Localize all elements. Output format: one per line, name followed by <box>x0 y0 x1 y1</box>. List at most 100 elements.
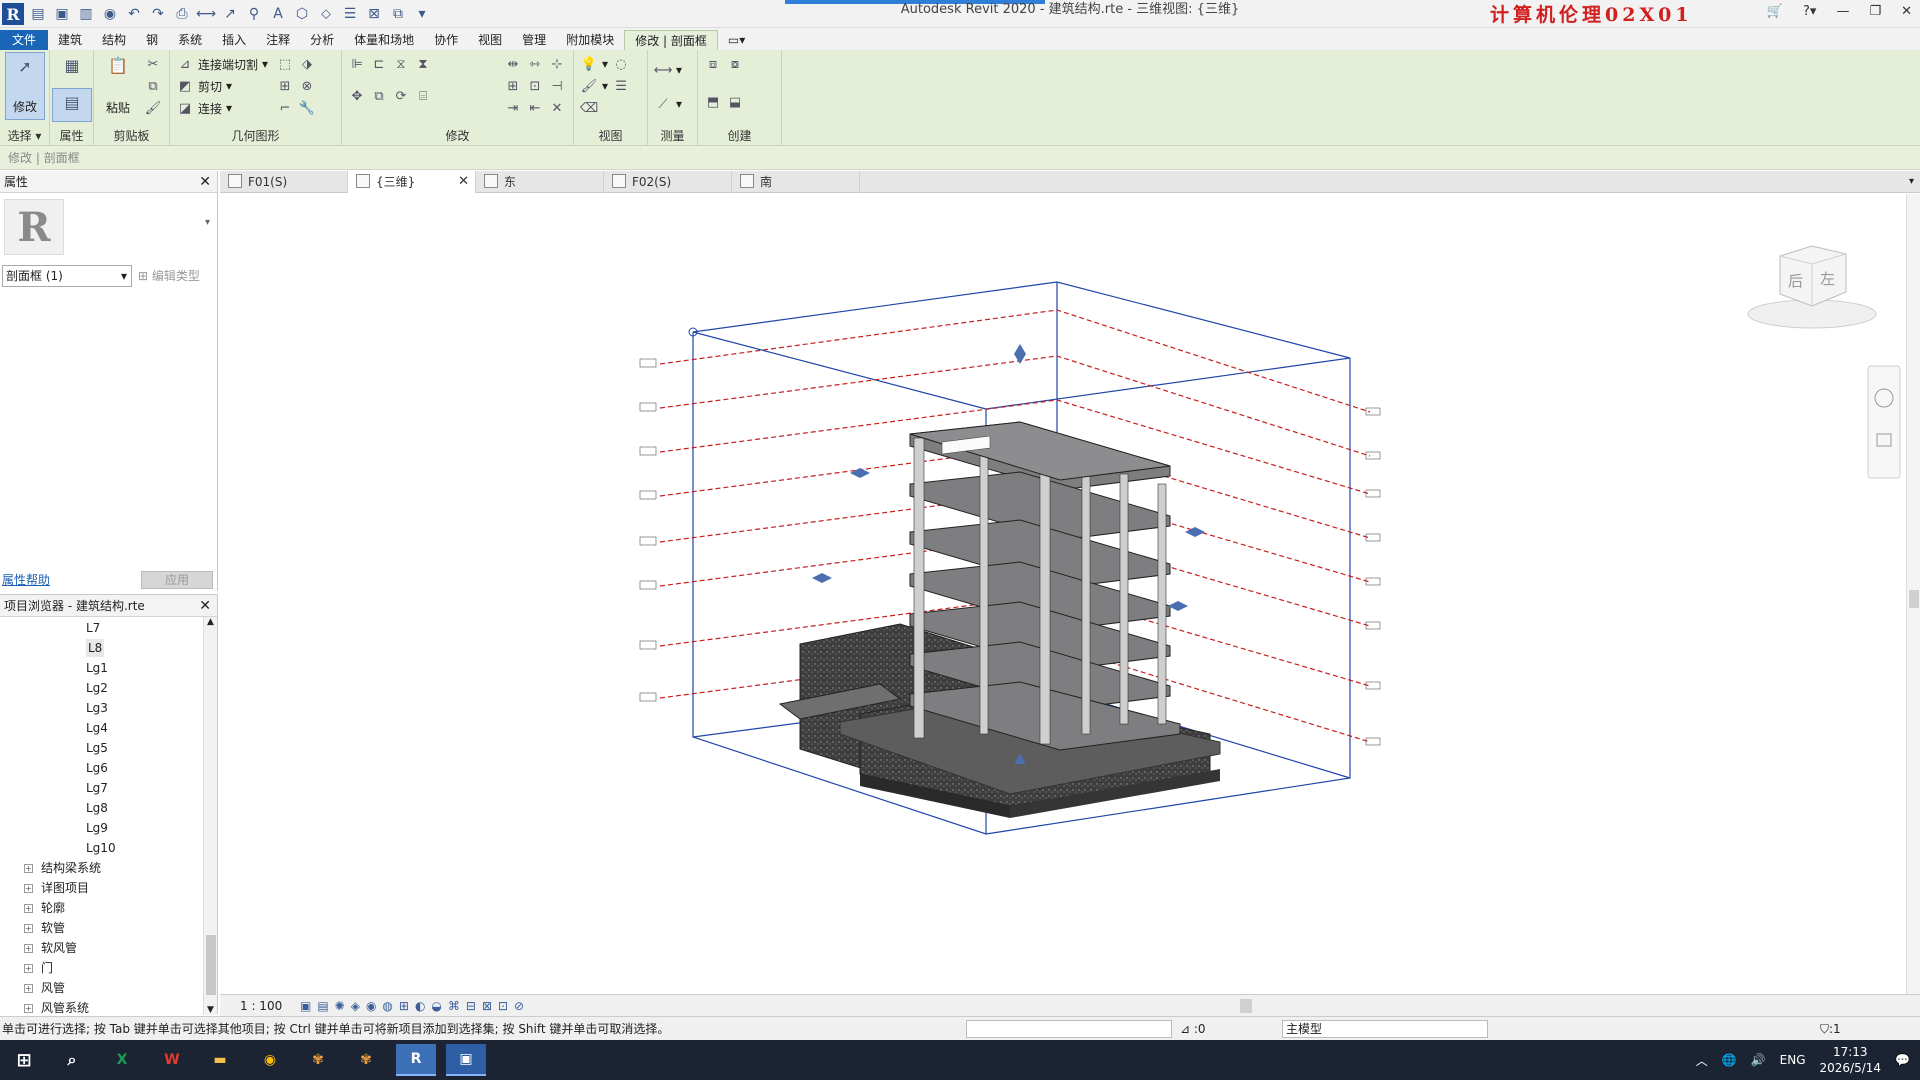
browser-level-item[interactable]: Lg7 <box>86 779 108 797</box>
join-cut-button[interactable]: ⊿ 连接端切割 ▾ <box>176 54 269 74</box>
tab-steel[interactable]: 钢 <box>136 30 168 50</box>
geometry-tool-3[interactable]: ⌐ 🔧 <box>276 98 316 118</box>
paste-button[interactable]: 📋 粘贴 <box>98 52 138 120</box>
tab-systems[interactable]: 系统 <box>168 30 212 50</box>
app-icon[interactable]: ✾ <box>298 1044 338 1076</box>
viewcube-face-left[interactable]: 左 <box>1820 270 1835 288</box>
browser-scrollbar[interactable]: ▲ ▼ <box>203 617 217 1015</box>
tab-massing[interactable]: 体量和场地 <box>344 30 424 50</box>
create-assembly-button[interactable]: ⧈ ⧇ <box>704 54 744 74</box>
canvas-vertical-scrollbar[interactable] <box>1906 194 1920 994</box>
array-button[interactable]: ⊞ ⊡ ⊣ <box>504 76 566 96</box>
browser-level-item[interactable]: Lg9 <box>86 819 108 837</box>
ribbon-toggle-icon[interactable]: ▭▾ <box>718 30 755 50</box>
expand-icon[interactable]: + <box>24 884 33 893</box>
create-group-button[interactable]: ⬒ ⬓ <box>704 92 744 112</box>
browser-level-item[interactable]: Lg10 <box>86 839 116 857</box>
type-dropdown-icon[interactable]: ▾ <box>205 217 210 228</box>
browser-group-item[interactable]: + 软风管 <box>24 939 77 957</box>
building-model[interactable] <box>778 421 1221 818</box>
browser-level-item[interactable]: Lg6 <box>86 759 108 777</box>
app-icon-2[interactable]: ✾ <box>346 1044 386 1076</box>
expand-icon[interactable]: + <box>24 904 33 913</box>
browser-level-item[interactable]: Lg4 <box>86 719 108 737</box>
scroll-thumb[interactable] <box>1909 590 1919 608</box>
close-hidden-icon[interactable]: ⊠ <box>364 4 384 24</box>
panel-label-select[interactable]: 选择 ▾ <box>0 127 49 144</box>
design-option-select[interactable]: 主模型 <box>1282 1020 1488 1038</box>
instance-filter-select[interactable]: 剖面框 (1) ▾ <box>2 265 132 287</box>
browser-level-item[interactable]: Lg8 <box>86 799 108 817</box>
close-button[interactable]: ✕ <box>1901 4 1912 19</box>
view-tab-3d[interactable]: {三维} ✕ <box>348 171 476 193</box>
language-indicator[interactable]: ENG <box>1780 1053 1806 1067</box>
close-icon[interactable]: ✕ <box>458 171 469 193</box>
close-icon[interactable]: ✕ <box>199 171 211 193</box>
browser-group-item[interactable]: + 软管 <box>24 919 65 937</box>
thin-lines-icon[interactable]: ☰ <box>340 4 360 24</box>
expand-icon[interactable]: + <box>24 944 33 953</box>
viewcube-face-back[interactable]: 后 <box>1788 272 1803 290</box>
sync-icon[interactable]: ◉ <box>100 4 120 24</box>
measure-icon[interactable]: ⟷ <box>196 4 216 24</box>
wps-app-icon[interactable]: W <box>152 1044 192 1076</box>
3d-view-icon[interactable]: ⬡ <box>292 4 312 24</box>
excel-app-icon[interactable]: X <box>102 1044 142 1076</box>
file-explorer-icon[interactable]: ▬ <box>200 1044 240 1076</box>
browser-group-item[interactable]: + 轮廓 <box>24 899 65 917</box>
select-view-button[interactable]: ⌫ <box>580 98 598 118</box>
volume-icon[interactable]: 🔊 <box>1751 1053 1766 1067</box>
tab-annotate[interactable]: 注释 <box>256 30 300 50</box>
expand-icon[interactable]: + <box>24 984 33 993</box>
type-properties-button[interactable]: ▦ <box>52 52 92 86</box>
scroll-up-icon[interactable]: ▲ <box>204 617 217 627</box>
properties-button[interactable]: ▤ <box>52 88 92 122</box>
join-button[interactable]: ◪ 连接 ▾ <box>176 98 232 118</box>
print-icon[interactable]: ⎙ <box>172 4 192 24</box>
view-tab-f02[interactable]: F02(S) <box>604 171 732 193</box>
network-icon[interactable]: 🌐 <box>1722 1053 1737 1067</box>
measure-distance-button[interactable]: ⟷ ▾ <box>654 60 682 80</box>
trim-extend-button[interactable]: ⇥ ⇤ ✕ <box>504 98 566 118</box>
help-icon[interactable]: ?▾ <box>1803 4 1816 19</box>
view-cube[interactable]: 后 左 <box>1747 245 1877 329</box>
browser-level-item[interactable]: Lg5 <box>86 739 108 757</box>
expand-icon[interactable]: + <box>24 1004 33 1013</box>
dimension-button[interactable]: ⟋ ▾ <box>654 94 682 114</box>
tab-view[interactable]: 视图 <box>468 30 512 50</box>
modify-button[interactable]: ➚ 修改 <box>5 52 45 120</box>
other-app-icon[interactable]: ▣ <box>446 1044 486 1076</box>
open-icon[interactable]: ▤ <box>28 4 48 24</box>
view-control-icons[interactable]: ▣▤✺◈◉◍⊞◐◒⌘⊟⊠⊡⊘ <box>300 995 530 1017</box>
browser-group-item[interactable]: + 风管系统 <box>24 999 89 1017</box>
customize-qat-icon[interactable]: ▾ <box>412 4 432 24</box>
tabs-overflow-icon[interactable]: ▾ <box>1909 171 1920 192</box>
tab-collaborate[interactable]: 协作 <box>424 30 468 50</box>
browser-group-item[interactable]: + 门 <box>24 959 53 977</box>
open-folder-icon[interactable]: ▣ <box>52 4 72 24</box>
browser-group-item[interactable]: + 风管 <box>24 979 65 997</box>
tab-architecture[interactable]: 建筑 <box>48 30 92 50</box>
chevron-up-icon[interactable]: ︿ <box>1696 1052 1708 1069</box>
browser-group-item[interactable]: + 结构梁系统 <box>24 859 101 877</box>
split-button[interactable]: ⇹ ⇿ ⊹ <box>504 54 566 74</box>
move-button[interactable]: ✥ ⧉ ⟳ ⌸ <box>348 86 432 106</box>
cut-button[interactable]: ◩ 剪切 ▾ <box>176 76 232 96</box>
view-tab-f01[interactable]: F01(S) <box>220 171 348 193</box>
scale-selector[interactable]: 1 : 100 <box>240 995 282 1017</box>
search-icon[interactable]: ⌕ <box>52 1044 92 1076</box>
navigation-bar[interactable] <box>1867 365 1901 479</box>
apply-button[interactable]: 应用 <box>141 571 213 589</box>
view-tab-south[interactable]: 南 <box>732 171 860 193</box>
switch-windows-icon[interactable]: ⧉ <box>388 4 408 24</box>
cart-icon[interactable]: 🛒 <box>1767 4 1783 19</box>
expand-icon[interactable]: + <box>24 924 33 933</box>
notification-icon[interactable]: 💬 <box>1895 1053 1910 1067</box>
save-icon[interactable]: ▥ <box>76 4 96 24</box>
browser-level-item[interactable]: L7 <box>86 619 100 637</box>
tab-file[interactable]: 文件 <box>0 30 49 50</box>
tag-icon[interactable]: ⚲ <box>244 4 264 24</box>
horizontal-scroll-thumb[interactable] <box>1240 999 1252 1013</box>
copy-button[interactable]: ⧉ <box>144 76 162 96</box>
override-button[interactable]: 🖌 ▾ ☰ <box>580 76 630 96</box>
